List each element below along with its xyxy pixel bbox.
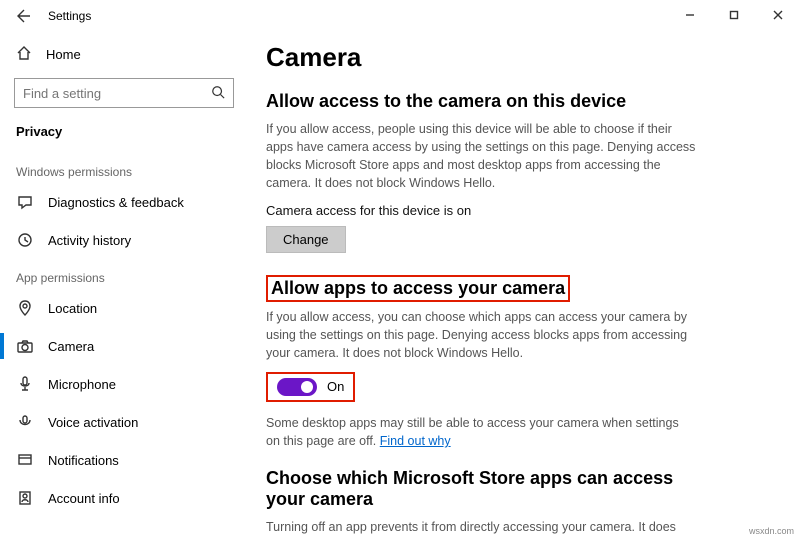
search-field[interactable] <box>23 86 211 101</box>
find-out-why-link[interactable]: Find out why <box>380 434 451 448</box>
minimize-button[interactable] <box>668 0 712 30</box>
sidebar-item-camera[interactable]: Camera <box>0 327 248 365</box>
group-windows-permissions: Windows permissions <box>0 153 248 183</box>
section1-desc: If you allow access, people using this d… <box>266 120 696 193</box>
sidebar-item-home[interactable]: Home <box>0 36 248 72</box>
sidebar-item-microphone[interactable]: Microphone <box>0 365 248 403</box>
sidebar-item-account[interactable]: Account info <box>0 479 248 517</box>
sidebar-item-voice[interactable]: Voice activation <box>0 403 248 441</box>
section3-desc: Turning off an app prevents it from dire… <box>266 518 696 538</box>
voice-icon <box>16 413 34 431</box>
sidebar-item-notifications[interactable]: Notifications <box>0 441 248 479</box>
toggle-state: On <box>327 379 344 394</box>
home-icon <box>16 45 34 64</box>
highlight-heading: Allow apps to access your camera <box>266 275 570 302</box>
history-icon <box>16 231 34 249</box>
section2-heading: Allow apps to access your camera <box>271 278 565 298</box>
nav-label: Location <box>48 301 97 316</box>
nav-label: Activity history <box>48 233 131 248</box>
maximize-button[interactable] <box>712 0 756 30</box>
sidebar: Home Privacy Windows permissions Diagnos… <box>0 32 248 538</box>
location-icon <box>16 299 34 317</box>
notifications-icon <box>16 451 34 469</box>
search-icon <box>211 85 225 102</box>
camera-icon <box>16 337 34 355</box>
account-icon <box>16 489 34 507</box>
camera-status: Camera access for this device is on <box>266 203 778 218</box>
sidebar-item-activity[interactable]: Activity history <box>0 221 248 259</box>
feedback-icon <box>16 193 34 211</box>
current-section: Privacy <box>0 116 248 153</box>
sidebar-item-diagnostics[interactable]: Diagnostics & feedback <box>0 183 248 221</box>
camera-toggle[interactable] <box>277 378 317 396</box>
nav-label: Account info <box>48 491 120 506</box>
section2-note: Some desktop apps may still be able to a… <box>266 414 696 450</box>
home-label: Home <box>46 47 81 62</box>
section3-heading: Choose which Microsoft Store apps can ac… <box>266 468 696 510</box>
change-button[interactable]: Change <box>266 226 346 253</box>
nav-label: Notifications <box>48 453 119 468</box>
watermark: wsxdn.com <box>749 526 794 536</box>
nav-label: Voice activation <box>48 415 138 430</box>
sidebar-item-location[interactable]: Location <box>0 289 248 327</box>
section2-desc: If you allow access, you can choose whic… <box>266 308 696 362</box>
page-title: Camera <box>266 42 778 73</box>
back-button[interactable] <box>12 4 36 28</box>
microphone-icon <box>16 375 34 393</box>
nav-label: Camera <box>48 339 94 354</box>
nav-label: Diagnostics & feedback <box>48 195 184 210</box>
search-input[interactable] <box>14 78 234 108</box>
window-title: Settings <box>48 9 91 23</box>
group-app-permissions: App permissions <box>0 259 248 289</box>
section1-heading: Allow access to the camera on this devic… <box>266 91 778 112</box>
nav-label: Microphone <box>48 377 116 392</box>
close-button[interactable] <box>756 0 800 30</box>
main-content: Camera Allow access to the camera on thi… <box>248 32 800 538</box>
highlight-toggle: On <box>266 372 355 402</box>
toggle-knob <box>301 381 313 393</box>
